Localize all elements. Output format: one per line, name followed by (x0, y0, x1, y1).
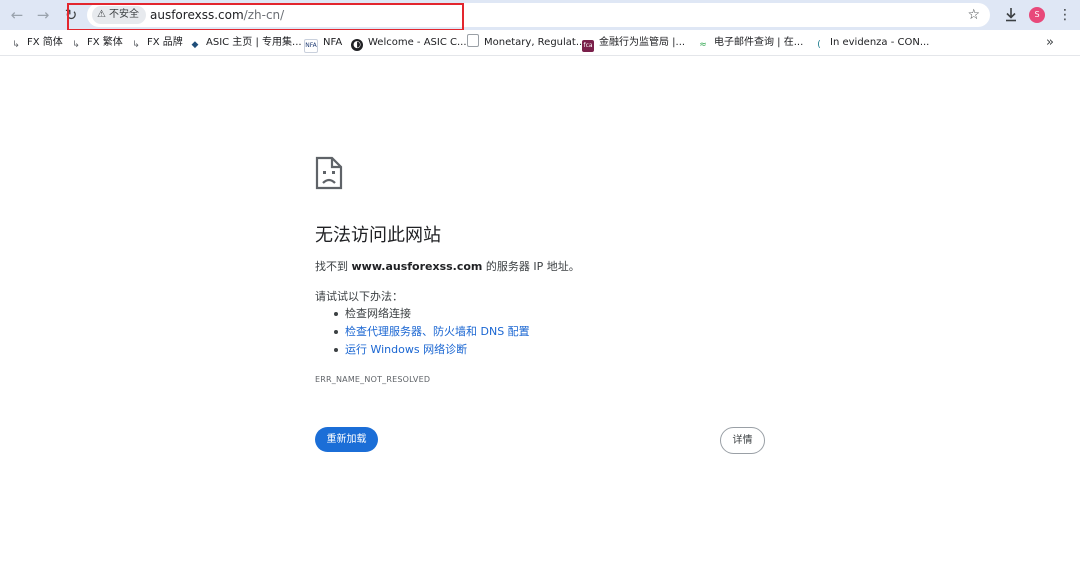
bookmark-item[interactable]: ( In evidenza - CON... (813, 34, 929, 51)
error-code: ERR_NAME_NOT_RESOLVED (315, 375, 431, 384)
suggestion-run-diagnostics-link[interactable]: 运行 Windows 网络诊断 (332, 341, 530, 359)
error-title: 无法访问此网站 (315, 225, 441, 246)
reload-button[interactable]: 重新加载 (315, 427, 378, 452)
fca-logo-icon: fca (582, 40, 594, 52)
fx-link-icon: ↳ (132, 40, 140, 50)
back-arrow-icon[interactable]: ← (7, 5, 27, 25)
suggestions-list: 检查网络连接 检查代理服务器、防火墙和 DNS 配置 运行 Windows 网络… (332, 305, 530, 359)
asic-diamond-icon: ◆ (191, 40, 199, 50)
globe-icon: ◐ (351, 39, 363, 51)
profile-avatar[interactable]: S (1029, 7, 1045, 23)
url-highlight-box (67, 3, 464, 31)
nfa-logo-icon: NFA (304, 39, 318, 53)
error-host: www.ausforexss.com (351, 260, 483, 273)
bookmark-item[interactable]: ↳ FX 繁体 (70, 34, 123, 51)
error-desc-prefix: 找不到 (315, 260, 352, 273)
bookmark-item[interactable]: ↳ FX 简体 (10, 34, 63, 51)
bookmark-label: FX 简体 (27, 37, 63, 48)
bookmark-item[interactable]: Monetary, Regulat... (467, 34, 585, 51)
forward-arrow-icon[interactable]: → (33, 5, 53, 25)
bookmark-star-icon[interactable]: ☆ (967, 5, 980, 25)
bookmark-label: Welcome - ASIC C... (368, 37, 467, 48)
bookmark-item[interactable]: NFA NFA (304, 34, 343, 53)
more-bookmarks-icon[interactable]: » (1046, 34, 1054, 51)
suggestions-heading: 请试试以下办法： (315, 290, 403, 303)
bookmark-label: 金融行为监管局 |... (599, 37, 686, 48)
bookmark-label: 电子邮件查询 | 在... (714, 37, 804, 48)
bookmark-item[interactable]: ◆ ASIC 主页 | 专用集... (189, 34, 302, 51)
bookmark-item[interactable]: fca 金融行为监管局 |... (582, 34, 686, 52)
bookmark-item[interactable]: ↳ FX 品牌 (130, 34, 183, 51)
bookmark-label: FX 品牌 (147, 37, 183, 48)
suggestion-check-connection: 检查网络连接 (332, 305, 530, 323)
fx-link-icon: ↳ (72, 40, 80, 50)
suggestion-check-proxy-link[interactable]: 检查代理服务器、防火墙和 DNS 配置 (332, 323, 530, 341)
details-button[interactable]: 详情 (720, 427, 765, 454)
bookmarks-bar: ↳ FX 简体 ↳ FX 繁体 ↳ FX 品牌 ◆ ASIC 主页 | 专用集... N… (0, 30, 1080, 56)
bookmark-label: In evidenza - CON... (830, 37, 930, 48)
bookmark-label: Monetary, Regulat... (484, 37, 586, 48)
bookmark-item[interactable]: ≈ 电子邮件查询 | 在... (697, 34, 803, 51)
download-icon[interactable] (1001, 5, 1021, 25)
bookmark-label: ASIC 主页 | 专用集... (206, 37, 302, 48)
bookmark-label: NFA (323, 37, 343, 48)
fx-link-icon: ↳ (12, 40, 20, 50)
error-description: 找不到 www.ausforexss.com 的服务器 IP 地址。 (315, 259, 580, 275)
bookmark-label: FX 繁体 (87, 37, 123, 48)
bookmark-item[interactable]: ◐ Welcome - ASIC C... (351, 34, 467, 51)
error-desc-suffix: 的服务器 IP 地址。 (482, 260, 580, 273)
wifi-signal-icon: ≈ (699, 40, 707, 50)
sad-page-icon (315, 156, 343, 190)
consob-logo-icon: ( (817, 40, 821, 50)
menu-dots-icon[interactable]: ⋮ (1058, 5, 1072, 25)
page-icon (467, 34, 479, 47)
